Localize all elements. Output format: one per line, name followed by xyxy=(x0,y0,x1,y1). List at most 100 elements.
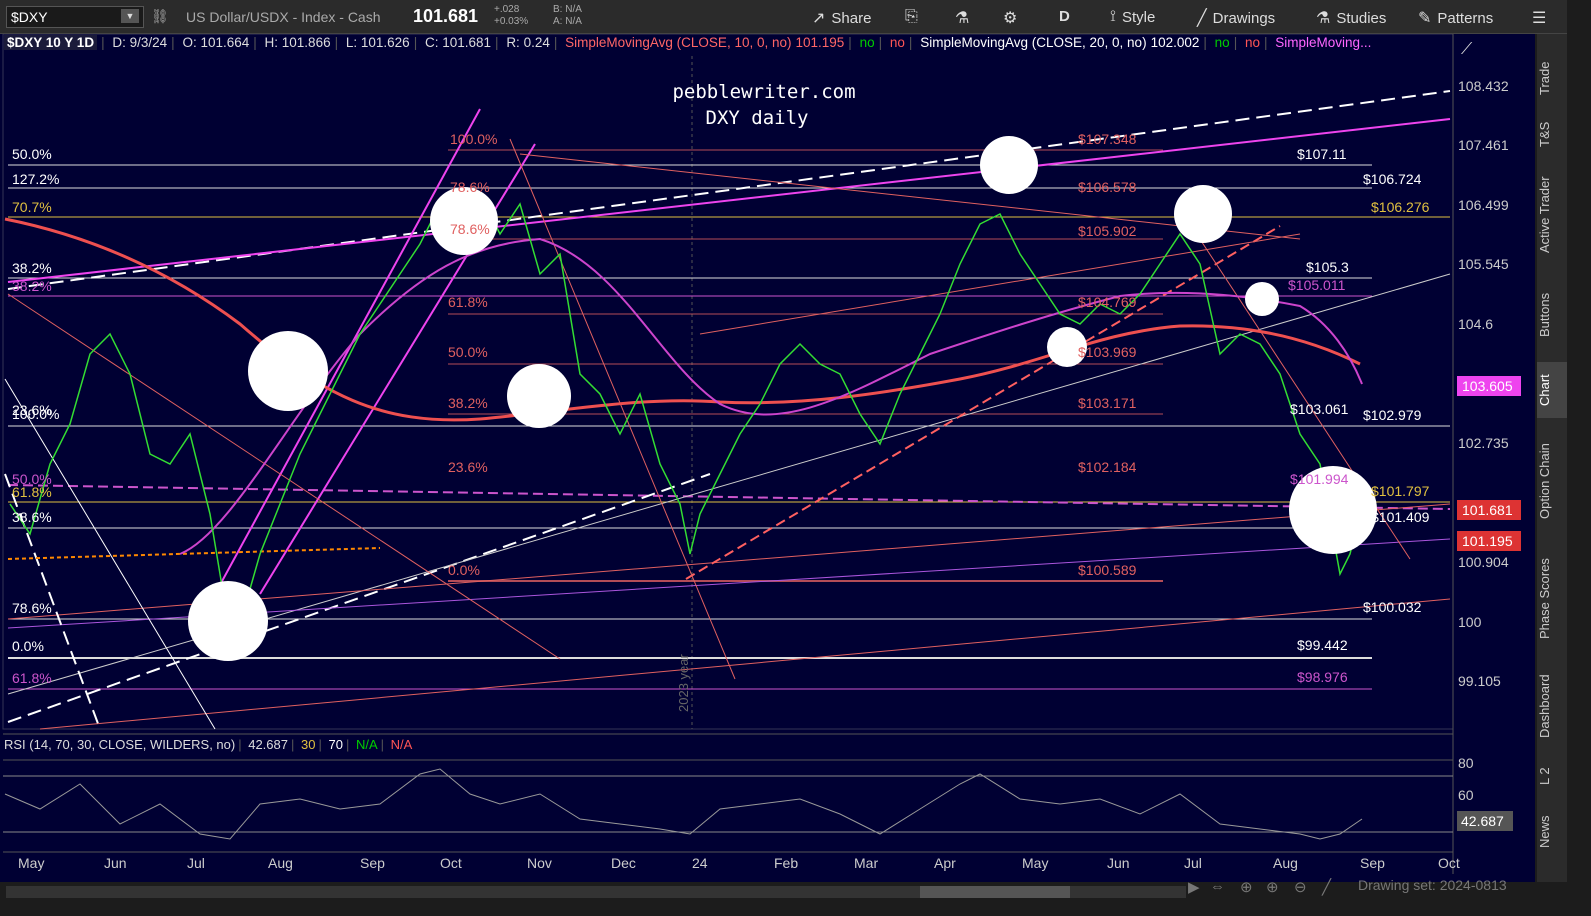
fib-price-label: $103.171 xyxy=(1078,395,1137,411)
ask-value: A: N/A xyxy=(553,16,582,27)
share-button[interactable]: ↗ Share xyxy=(812,8,871,28)
sma10-legend[interactable]: SimpleMovingAvg (CLOSE, 10, 0, no) xyxy=(565,35,791,50)
watermark-line1: pebblewriter.com xyxy=(672,81,855,103)
tab-chart[interactable]: Chart xyxy=(1537,362,1567,418)
fib-label: 38.6% xyxy=(12,509,52,525)
tab-trade[interactable]: Trade xyxy=(1537,48,1567,108)
expand-icon[interactable]: ⇔ xyxy=(1210,878,1225,895)
y-tick: 102.735 xyxy=(1458,435,1509,451)
y-tick: 106.499 xyxy=(1458,197,1509,213)
screenshot-button[interactable]: ⎘ xyxy=(905,8,918,26)
tab-phase-scores[interactable]: Phase Scores xyxy=(1537,544,1567,654)
chart-area[interactable]: pebblewriter.com DXY daily 2023 year 50.… xyxy=(0,34,1535,882)
draw-icon[interactable]: ╱ xyxy=(1322,878,1331,896)
fib-mid-labels: 100.0% 78.6% 78.6% 61.8% 50.0% 38.2% 23.… xyxy=(448,131,1137,578)
level-label: $107.11 xyxy=(1297,146,1347,162)
y-tick: 100.904 xyxy=(1458,554,1509,570)
y-tick: 104.6 xyxy=(1458,316,1493,332)
highlight-circle xyxy=(1245,282,1279,316)
sma10-flag: no xyxy=(889,35,905,50)
x-tick: Sep xyxy=(360,855,385,871)
studies-label: Studies xyxy=(1336,9,1387,27)
y-tick: 107.461 xyxy=(1458,137,1509,153)
x-tick: Apr xyxy=(934,855,956,871)
drawings-button[interactable]: ╱ Drawings xyxy=(1197,8,1275,28)
style-button[interactable]: ⟟ Style xyxy=(1110,8,1155,26)
drawing-tool-icon[interactable]: ⟋ xyxy=(1461,41,1473,58)
bar-open: O: 101.664 xyxy=(182,35,250,50)
studies-flask-button[interactable]: ⚗ xyxy=(955,8,969,28)
tab-dashboard[interactable]: Dashboard xyxy=(1537,664,1567,749)
fib-label: 100.0% xyxy=(12,406,59,422)
link-icon[interactable]: ⛓ xyxy=(151,8,169,25)
menu-button[interactable]: ☰ xyxy=(1532,8,1546,28)
x-tick: 24 xyxy=(692,855,708,871)
tab-ts[interactable]: T&S xyxy=(1537,114,1567,154)
zoom-in-icon[interactable]: ⊕ xyxy=(1266,878,1279,896)
level-label: $105.3 xyxy=(1306,259,1349,275)
fib-label: 50.0% xyxy=(448,344,488,360)
level-label: $106.276 xyxy=(1371,199,1430,215)
highlight-circle xyxy=(507,364,571,428)
dashed-magenta-line xyxy=(7,484,1451,510)
rsi-ob: 30 xyxy=(301,737,316,752)
x-tick: Dec xyxy=(611,855,636,871)
level-label: $99.442 xyxy=(1297,637,1348,653)
tab-option-chain[interactable]: Option Chain xyxy=(1537,426,1567,536)
rsi-study-name[interactable]: RSI (14, 70, 30, CLOSE, WILDERS, no) xyxy=(4,737,235,752)
fib-label: 38.2% xyxy=(12,278,52,294)
fib-label: 78.6% xyxy=(450,179,490,195)
patterns-button[interactable]: ✎ Patterns xyxy=(1418,8,1493,28)
price-chart-svg[interactable]: pebblewriter.com DXY daily 2023 year 50.… xyxy=(0,34,1535,882)
sma-200-line xyxy=(4,217,1361,422)
settings-button[interactable]: ⚙ xyxy=(1003,8,1017,28)
studies-button[interactable]: ⚗ Studies xyxy=(1316,8,1386,28)
scroll-right-icon[interactable]: ▶ xyxy=(1188,878,1200,896)
tab-buttons[interactable]: Buttons xyxy=(1537,277,1567,352)
x-tick: May xyxy=(18,855,44,871)
pencil-icon: ╱ xyxy=(1197,10,1207,27)
fib-label: 50.0% xyxy=(12,146,52,162)
fib-price-label: $100.589 xyxy=(1078,562,1137,578)
sma20-legend[interactable]: SimpleMovingAvg (CLOSE, 20, 0, no) xyxy=(920,35,1146,50)
bid-value: B: N/A xyxy=(553,4,582,15)
x-tick: Jun xyxy=(1107,855,1130,871)
fib-label: 61.8% xyxy=(12,484,52,500)
fib-label: 100.0% xyxy=(450,131,497,147)
zoom-out-icon[interactable]: ⊖ xyxy=(1294,878,1307,896)
y-tick: 100 xyxy=(1458,614,1482,630)
fib-label: 61.8% xyxy=(12,670,52,686)
style-icon: ⟟ xyxy=(1110,8,1116,25)
chevron-down-icon[interactable]: ▼ xyxy=(121,9,139,23)
level-label: $98.976 xyxy=(1297,669,1348,685)
tab-active-trader[interactable]: Active Trader xyxy=(1537,162,1567,267)
x-tick: May xyxy=(1022,855,1048,871)
sma3-legend[interactable]: SimpleMoving... xyxy=(1275,35,1371,50)
rsi-legend: RSI (14, 70, 30, CLOSE, WILDERS, no) | 42… xyxy=(4,737,413,752)
scrollbar-thumb[interactable] xyxy=(920,886,1070,898)
fib-label: 127.2% xyxy=(12,171,59,187)
red-trend xyxy=(699,233,1301,335)
patterns-icon: ✎ xyxy=(1418,10,1432,27)
rsi-tick: 80 xyxy=(1458,755,1474,771)
style-label: Style xyxy=(1121,8,1156,26)
share-label: Share xyxy=(831,9,872,27)
share-icon: ↗ xyxy=(812,10,826,27)
highlight-circle xyxy=(248,331,328,411)
bar-close: C: 101.681 xyxy=(424,35,492,50)
x-tick: Mar xyxy=(854,855,878,871)
tab-news[interactable]: News xyxy=(1537,804,1567,859)
level-label: $101.409 xyxy=(1371,509,1430,525)
crosshair-icon[interactable]: ⊕ xyxy=(1240,878,1253,896)
period-button[interactable]: D xyxy=(1059,8,1070,25)
fib-price-label: $102.184 xyxy=(1078,459,1137,475)
tab-level2[interactable]: L 2 xyxy=(1537,756,1567,796)
rsi-na: N/A xyxy=(355,737,378,752)
fib-price-label: $107.348 xyxy=(1078,131,1137,147)
highlight-circles xyxy=(188,136,1377,661)
rsi-na: N/A xyxy=(390,737,413,752)
x-tick: Nov xyxy=(527,855,552,871)
camera-icon: ⎘ xyxy=(905,8,918,25)
drawing-set-label[interactable]: Drawing set: 2024-0813 xyxy=(1358,877,1507,893)
level-label: $100.032 xyxy=(1363,599,1422,615)
